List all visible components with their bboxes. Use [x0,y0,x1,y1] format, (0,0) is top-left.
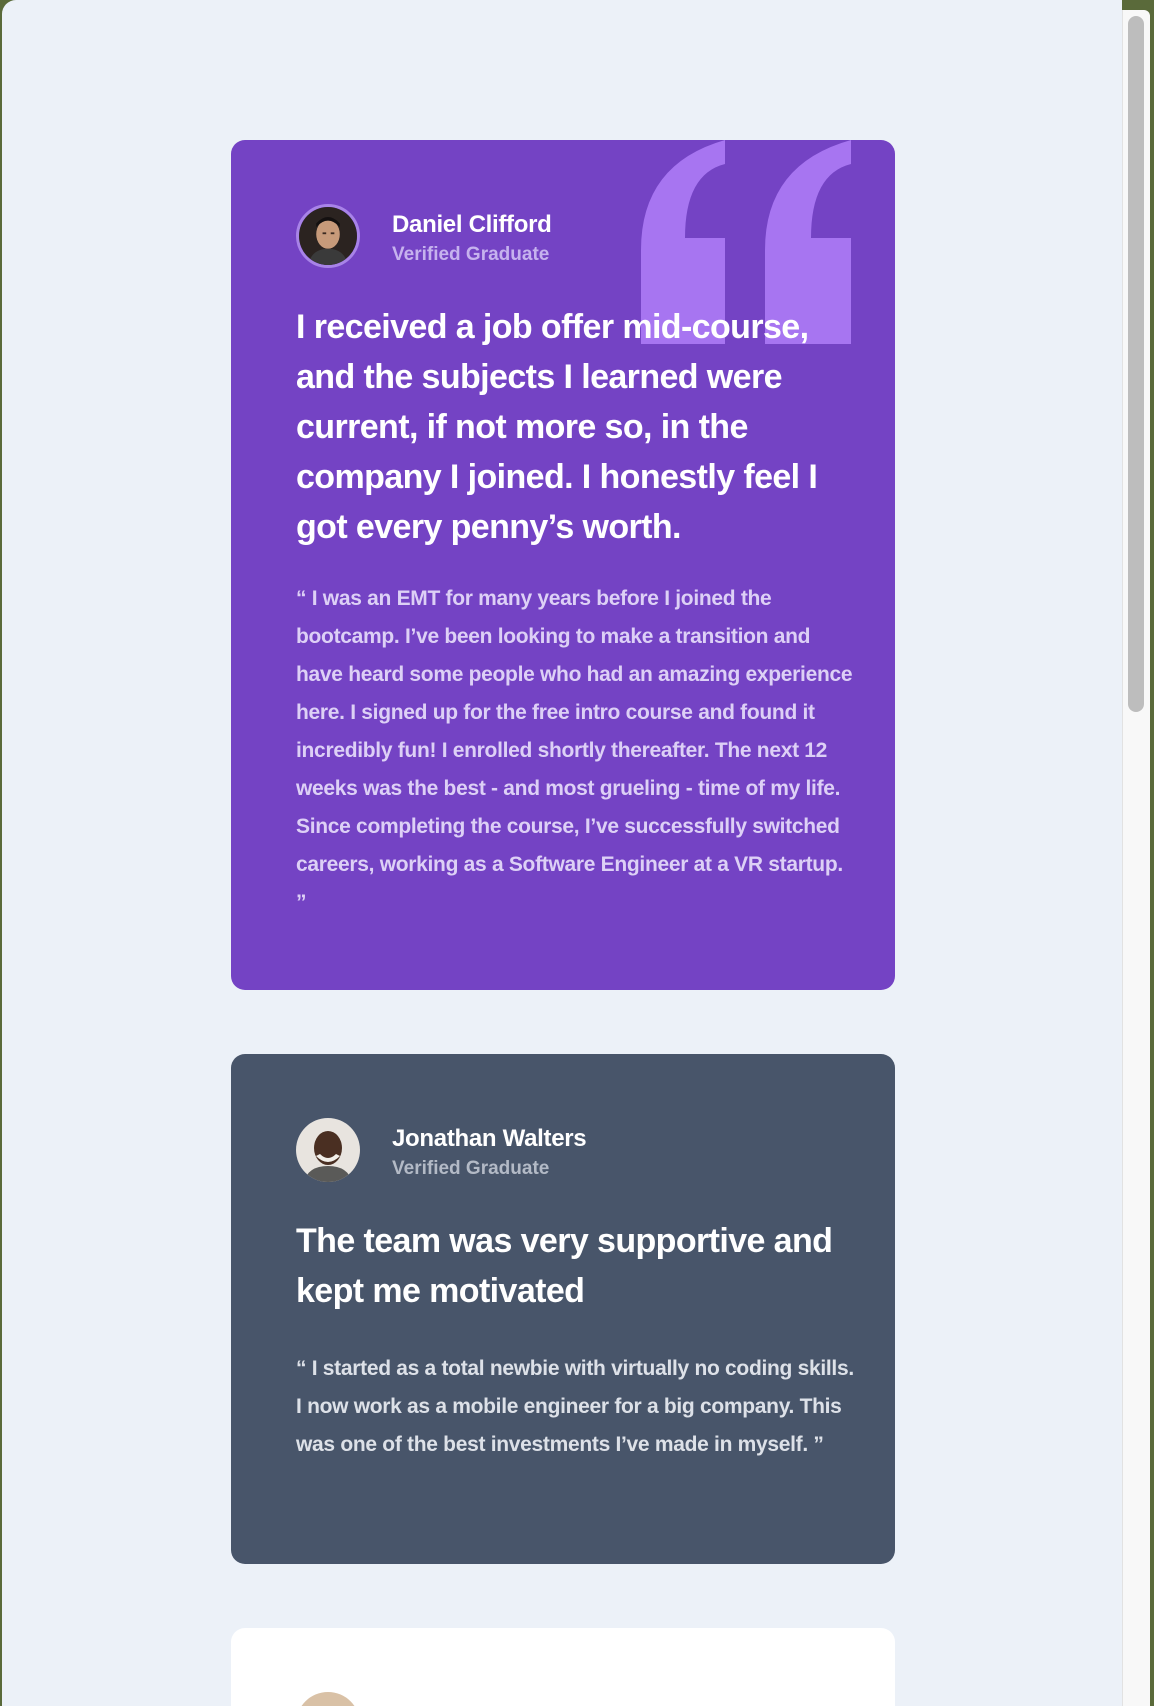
testimonial-headline: The team was very supportive and kept me… [296,1222,833,1310]
author-role: Verified Graduate [392,1158,550,1179]
author-name: Daniel Clifford [392,211,552,238]
avatar-jonathan-icon [296,1118,360,1182]
testimonial-card [231,1628,895,1706]
author-role: Verified Graduate [392,244,550,265]
testimonial-body: “ I started as a total newbie with virtu… [296,1357,854,1456]
author-info: Jonathan Walters Verified Graduate [296,1118,816,1182]
scrollbar-thumb[interactable] [1128,16,1144,712]
testimonial-body: “ I was an EMT for many years before I j… [296,587,853,914]
testimonial-card: Daniel Clifford Verified Graduate I rece… [231,140,895,990]
testimonial-card: Jonathan Walters Verified Graduate The t… [231,1054,895,1564]
avatar-jeanette-icon [296,1692,360,1706]
author-info: Daniel Clifford Verified Graduate [296,204,816,268]
page-viewport: Daniel Clifford Verified Graduate I rece… [2,0,1122,1706]
author-name: Jonathan Walters [392,1125,587,1152]
avatar-daniel-icon [296,204,360,268]
testimonial-headline: I received a job offer mid-course, and t… [296,308,818,546]
